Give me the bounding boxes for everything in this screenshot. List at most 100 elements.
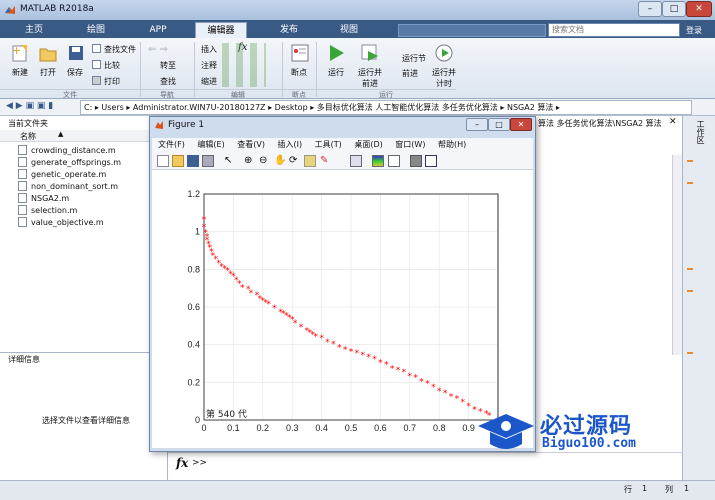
save-button[interactable]: 保存: [67, 67, 83, 78]
list-item[interactable]: crowding_distance.m: [18, 145, 116, 157]
folder-column-header[interactable]: 名称 ▲: [0, 130, 168, 142]
run-button[interactable]: 运行: [328, 67, 344, 78]
comment-button[interactable]: 注释: [201, 60, 217, 71]
data-point: *: [413, 374, 418, 384]
menu-tools[interactable]: 工具(T): [315, 138, 342, 152]
advance-button[interactable]: 前进: [402, 68, 418, 79]
y-tick-label: 0.4: [187, 340, 200, 350]
list-item[interactable]: genetic_operate.m: [18, 169, 106, 181]
menu-desktop[interactable]: 桌面(D): [354, 138, 382, 152]
print-button[interactable]: 打印: [104, 76, 120, 87]
crumb[interactable]: Users: [101, 103, 123, 112]
pointer-icon[interactable]: ↖: [224, 155, 236, 167]
figure-close-button[interactable]: ✕: [510, 118, 532, 131]
run-time-button[interactable]: 运行并 计时: [432, 67, 456, 89]
run-advance-icon[interactable]: [360, 43, 380, 63]
tab-publish[interactable]: 发布: [265, 22, 313, 38]
compare-button[interactable]: 比较: [104, 60, 120, 71]
title-bar: MATLAB R2018a – □ ✕: [0, 0, 715, 20]
x-tick-label: 0.4: [315, 423, 328, 433]
tab-home[interactable]: 主页: [14, 22, 54, 38]
new-button[interactable]: 新建: [12, 67, 28, 78]
edit-icons[interactable]: [222, 43, 266, 87]
new-figure-icon[interactable]: [157, 155, 169, 167]
watermark: 必过源码 Biguo100.com: [476, 408, 696, 458]
menu-edit[interactable]: 编辑(E): [197, 138, 224, 152]
tab-apps[interactable]: APP: [134, 22, 182, 38]
path-field[interactable]: C: ▸ Users ▸ Administrator.WIN7U-2018012…: [80, 100, 692, 115]
list-item[interactable]: NSGA2.m: [18, 193, 69, 205]
open-file-icon[interactable]: [172, 155, 184, 167]
indent-button[interactable]: 缩进: [201, 76, 217, 87]
pan-icon[interactable]: ✋: [274, 155, 286, 167]
find-button[interactable]: 查找: [160, 76, 176, 87]
search-input[interactable]: 搜索文档: [548, 23, 680, 37]
breakpoint-button[interactable]: 断点: [291, 67, 307, 78]
zoom-in-icon[interactable]: ⊕: [244, 155, 256, 167]
run-time-icon[interactable]: [434, 43, 454, 63]
data-cursor-icon[interactable]: [304, 155, 316, 167]
quick-access-toolbar[interactable]: [398, 24, 546, 37]
goto-button[interactable]: 转至: [160, 60, 176, 71]
y-tick-label: 0.8: [187, 264, 200, 274]
data-point: *: [293, 319, 298, 329]
run-icon[interactable]: [326, 43, 346, 63]
crumb[interactable]: Administrator.WIN7U-20180127Z: [133, 103, 266, 112]
run-advance-button[interactable]: 运行并 前进: [358, 67, 382, 89]
list-item[interactable]: generate_offsprings.m: [18, 157, 121, 169]
tab-plots[interactable]: 绘图: [72, 22, 120, 38]
brush-icon[interactable]: ✎: [320, 155, 332, 167]
crumb[interactable]: 多目标优化算法 人工智能优化算法 多任务优化算法: [317, 103, 498, 112]
open-button[interactable]: 打开: [40, 67, 56, 78]
close-button[interactable]: ✕: [686, 1, 712, 17]
dock-icon[interactable]: [425, 155, 437, 167]
colorbar-icon[interactable]: [372, 155, 384, 167]
link-icon[interactable]: [350, 155, 362, 167]
new-icon[interactable]: +: [10, 43, 30, 63]
save-figure-icon[interactable]: [187, 155, 199, 167]
x-tick-label: 0.9: [462, 423, 475, 433]
maximize-button[interactable]: □: [662, 1, 686, 17]
code-marker: [687, 268, 693, 270]
tab-view[interactable]: 视图: [325, 22, 373, 38]
figure-minimize-button[interactable]: –: [466, 118, 488, 131]
menu-view[interactable]: 查看(V): [237, 138, 265, 152]
rotate-icon[interactable]: ⟳: [289, 155, 301, 167]
legend-icon[interactable]: [388, 155, 400, 167]
list-item[interactable]: non_dominant_sort.m: [18, 181, 118, 193]
back-nav-icon[interactable]: ⇐ ⇒: [148, 44, 168, 55]
crumb[interactable]: Desktop: [275, 103, 308, 112]
data-point: *: [384, 361, 389, 371]
menu-help[interactable]: 帮助(H): [438, 138, 466, 152]
crumb[interactable]: C:: [84, 103, 92, 112]
editor-scrollbar[interactable]: [672, 155, 682, 355]
x-tick-label: 0.8: [433, 423, 446, 433]
tab-editor[interactable]: 编辑器: [195, 22, 247, 38]
menu-file[interactable]: 文件(F): [158, 138, 185, 152]
insert-button[interactable]: 插入: [201, 44, 217, 55]
find-files-button[interactable]: 查找文件: [104, 44, 136, 55]
run-section-button[interactable]: 运行节: [402, 53, 426, 64]
open-icon[interactable]: [38, 43, 58, 63]
data-point: *: [378, 359, 383, 369]
list-item[interactable]: value_objective.m: [18, 217, 104, 229]
editor-close-icon[interactable]: ✕: [669, 117, 677, 127]
crumb[interactable]: NSGA2 算法: [507, 103, 553, 112]
zoom-out-icon[interactable]: ⊖: [259, 155, 271, 167]
minimize-button[interactable]: –: [638, 1, 662, 17]
workspace-label[interactable]: 工作区: [695, 120, 706, 144]
login-link[interactable]: 登录: [686, 25, 702, 36]
hide-tools-icon[interactable]: [410, 155, 422, 167]
name-column[interactable]: 名称: [20, 131, 36, 142]
save-icon[interactable]: [66, 43, 86, 63]
data-point: *: [372, 355, 377, 365]
menu-window[interactable]: 窗口(W): [395, 138, 425, 152]
print-figure-icon[interactable]: [202, 155, 214, 167]
breakpoint-icon[interactable]: [290, 43, 310, 63]
menu-insert[interactable]: 插入(I): [278, 138, 303, 152]
nav-buttons[interactable]: ◀ ▶ ▣ ▣ ▮: [6, 101, 53, 111]
list-item[interactable]: selection.m: [18, 205, 77, 217]
x-tick-label: 0.1: [227, 423, 240, 433]
figure-maximize-button[interactable]: □: [488, 118, 510, 131]
window-title: MATLAB R2018a: [20, 4, 94, 14]
